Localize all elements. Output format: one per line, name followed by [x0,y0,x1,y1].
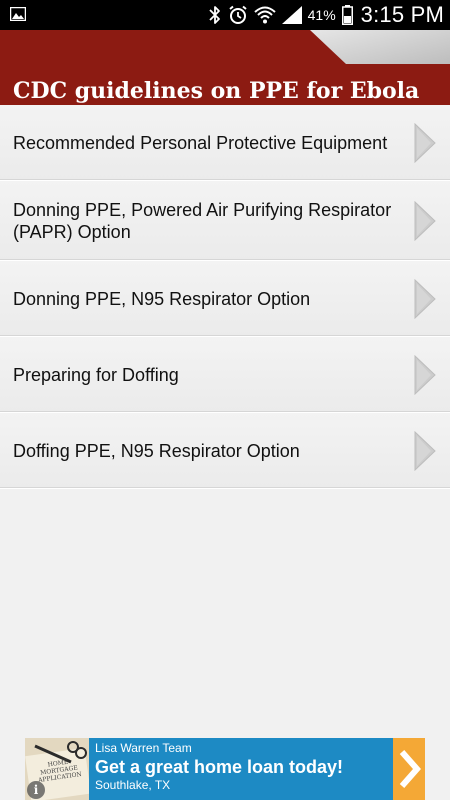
status-icons: 41% 3:15 PM [208,0,444,30]
header-fold-decoration [310,30,450,64]
menu-item-label: Donning PPE, N95 Respirator Option [13,288,311,309]
chevron-right-icon [414,430,436,471]
menu-item-donning-papr[interactable]: Donning PPE, Powered Air Purifying Respi… [0,181,450,261]
menu-item-label: Preparing for Doffing [13,364,179,385]
app-header: CDC guidelines on PPE for Ebola [0,30,450,105]
menu-item-preparing-doffing[interactable]: Preparing for Doffing [0,337,450,413]
chevron-right-icon [414,122,436,163]
bluetooth-icon [208,5,222,25]
menu-item-label: Recommended Personal Protective Equipmen… [13,132,388,153]
menu-item-recommended-ppe[interactable]: Recommended Personal Protective Equipmen… [0,105,450,181]
ad-thumbnail-image: HOME MORTGAGE APPLICATION i [25,738,89,800]
page-title: CDC guidelines on PPE for Ebola [13,78,420,104]
wifi-icon [253,5,276,25]
ad-location: Southlake, TX [95,778,171,792]
ad-text-block: Lisa Warren Team Get a great home loan t… [95,741,385,792]
info-icon[interactable]: i [27,781,45,799]
chevron-right-icon [414,278,436,319]
chevron-right-icon [414,354,436,395]
ad-arrow-button[interactable] [393,738,425,800]
chevron-right-icon [399,750,422,788]
image-notification-icon [9,6,27,22]
chevron-right-icon [414,200,436,241]
battery-icon [341,5,353,25]
status-clock: 3:15 PM [360,2,444,27]
menu-item-doffing-n95[interactable]: Doffing PPE, N95 Respirator Option [0,413,450,489]
status-bar: 41% 3:15 PM [0,0,450,30]
guidelines-menu: Recommended Personal Protective Equipmen… [0,105,450,489]
alarm-icon [228,5,248,25]
ad-headline: Get a great home loan today! [95,757,344,777]
battery-percent: 41% [307,7,336,23]
cell-signal-icon [281,6,302,24]
ad-advertiser: Lisa Warren Team [95,741,192,755]
menu-item-donning-n95[interactable]: Donning PPE, N95 Respirator Option [0,261,450,337]
menu-item-label: Donning PPE, Powered Air Purifying Respi… [13,199,392,242]
menu-item-label: Doffing PPE, N95 Respirator Option [13,440,300,461]
ad-banner[interactable]: HOME MORTGAGE APPLICATION i Lisa Warren … [25,738,425,800]
